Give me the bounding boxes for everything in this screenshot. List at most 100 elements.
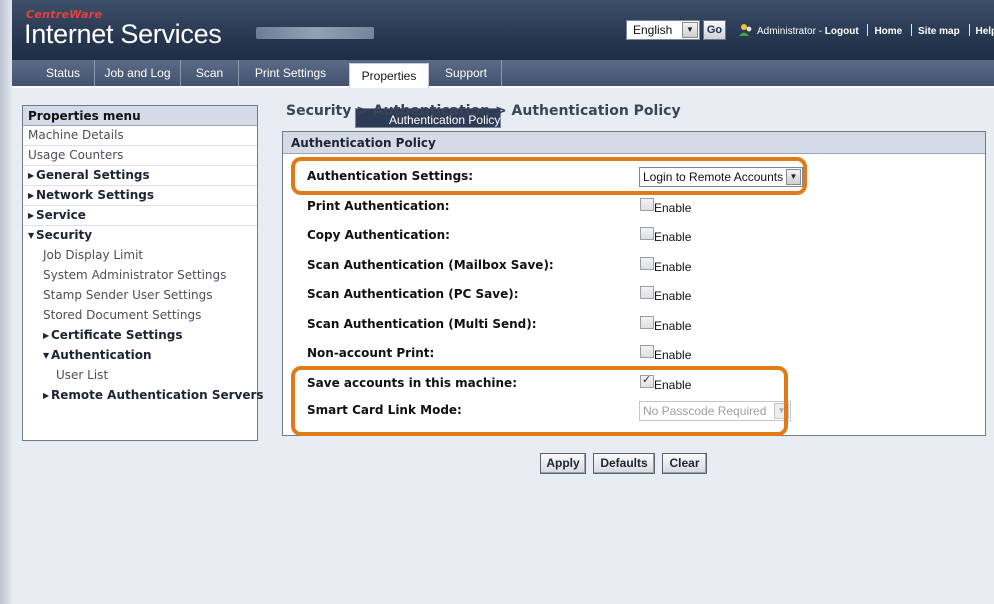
scan-authentication-pc-label: Scan Authentication (PC Save):	[307, 287, 519, 301]
caret-down-icon: ▼	[43, 351, 50, 360]
app-header: CentreWare Internet Services English ▼ G…	[12, 0, 994, 60]
menu-item-label: Stamp Sender User Settings	[43, 288, 213, 302]
menu-item-label: Remote Authentication Servers	[51, 388, 264, 402]
authentication-settings-row: Authentication Settings: Login to Remote…	[307, 165, 967, 189]
authentication-settings-select[interactable]: Login to Remote Accounts ▼	[639, 167, 803, 187]
tab-print-settings[interactable]: Print Settings	[238, 60, 342, 86]
enable-label: Enable	[654, 319, 692, 333]
enable-label: Enable	[654, 348, 692, 362]
menu-item-service[interactable]: ▶ Service	[23, 206, 257, 226]
menu-item-label: General Settings	[36, 168, 150, 182]
menu-item-stamp-sender-user-settings[interactable]: Stamp Sender User Settings	[23, 286, 257, 306]
menu-item-label: Job Display Limit	[43, 248, 144, 262]
menu-item-user-list[interactable]: User List	[23, 366, 257, 386]
smart-card-link-mode-label: Smart Card Link Mode:	[307, 403, 462, 417]
print-authentication-checkbox[interactable]	[640, 198, 654, 211]
menu-item-authentication[interactable]: ▼ Authentication	[23, 346, 257, 366]
menu-item-label: Service	[36, 208, 86, 222]
authentication-policy-panel: Authentication Policy Authentication Set…	[282, 131, 986, 436]
menu-item-label: Network Settings	[36, 188, 154, 202]
scan-authentication-mailbox-label: Scan Authentication (Mailbox Save):	[307, 258, 554, 272]
print-authentication-label: Print Authentication:	[307, 199, 450, 213]
copy-authentication-label: Copy Authentication:	[307, 228, 450, 242]
save-accounts-checkbox[interactable]	[640, 373, 654, 388]
menu-item-general-settings[interactable]: ▶ General Settings	[23, 166, 257, 186]
menu-item-system-administrator-settings[interactable]: System Administrator Settings	[23, 266, 257, 286]
smart-card-link-mode-row: Smart Card Link Mode: No Passcode Requir…	[307, 399, 967, 423]
menu-item-label: User List	[56, 368, 109, 382]
smart-card-link-mode-value: No Passcode Required	[643, 404, 767, 418]
menu-item-label: Authentication	[51, 348, 152, 362]
device-name-blurred	[256, 27, 374, 39]
smart-card-link-mode-select[interactable]: No Passcode Required ▼	[639, 401, 791, 421]
enable-label: Enable	[654, 201, 692, 215]
main-tabs: Status Job and Log Scan Print Settings P…	[12, 60, 994, 88]
menu-item-security[interactable]: ▼ Security	[23, 226, 257, 246]
help-link[interactable]: Help...	[976, 26, 994, 37]
scan-authentication-multi-send-row: Scan Authentication (Multi Send): Enable	[307, 313, 967, 337]
menu-item-network-settings[interactable]: ▶ Network Settings	[23, 186, 257, 206]
scan-authentication-pc-checkbox[interactable]	[640, 286, 654, 299]
menu-item-certificate-settings[interactable]: ▶ Certificate Settings	[23, 326, 257, 346]
user-separator: -	[815, 26, 825, 37]
caret-right-icon: ▶	[28, 191, 35, 200]
user-name: Administrator	[757, 26, 816, 37]
apply-button[interactable]: Apply	[540, 453, 586, 474]
site-map-link[interactable]: Site map	[918, 26, 960, 37]
authentication-settings-label: Authentication Settings:	[307, 169, 474, 183]
divider	[968, 24, 970, 36]
breadcrumb: Security > Authentication > Authenticati…	[286, 103, 681, 119]
scan-authentication-mailbox-row: Scan Authentication (Mailbox Save): Enab…	[307, 254, 967, 278]
caret-right-icon: ▶	[28, 171, 35, 180]
scan-authentication-multi-send-checkbox[interactable]	[640, 316, 654, 329]
scan-authentication-mailbox-checkbox[interactable]	[640, 257, 654, 270]
non-account-print-checkbox[interactable]	[640, 345, 654, 358]
tab-properties[interactable]: Properties	[349, 63, 429, 88]
menu-item-label: Stored Document Settings	[43, 308, 202, 322]
copy-authentication-row: Copy Authentication: Enable	[307, 224, 967, 248]
tab-scan[interactable]: Scan	[180, 60, 238, 86]
properties-menu: Properties menu Machine Details Usage Co…	[22, 105, 502, 441]
menu-item-label: Usage Counters	[28, 148, 124, 162]
menu-item-stored-document-settings[interactable]: Stored Document Settings	[23, 306, 257, 326]
enable-label: Enable	[654, 260, 692, 274]
menu-item-remote-authentication-servers[interactable]: ▶ Remote Authentication Servers	[23, 386, 264, 406]
language-select[interactable]: English ▼	[626, 20, 700, 40]
enable-label: Enable	[654, 289, 692, 303]
panel-title: Authentication Policy	[283, 132, 985, 154]
enable-label: Enable	[654, 230, 692, 244]
save-accounts-label: Save accounts in this machine:	[307, 376, 517, 390]
home-link[interactable]: Home	[874, 26, 902, 37]
caret-down-icon: ▼	[28, 231, 35, 240]
tab-divider	[501, 60, 502, 86]
menu-title: Properties menu	[23, 106, 257, 126]
tab-status[interactable]: Status	[32, 60, 94, 86]
save-accounts-row: Save accounts in this machine: Enable	[307, 372, 967, 396]
tab-job-and-log[interactable]: Job and Log	[94, 60, 180, 86]
user-icon	[739, 24, 752, 36]
non-account-print-label: Non-account Print:	[307, 346, 435, 360]
chevron-down-icon: ▼	[774, 403, 789, 419]
brand-logo: Internet Services	[24, 19, 222, 49]
logout-link[interactable]: Logout	[825, 26, 859, 37]
caret-right-icon: ▶	[28, 211, 35, 220]
language-value: English	[633, 23, 673, 37]
non-account-print-row: Non-account Print: Enable	[307, 342, 967, 366]
defaults-button[interactable]: Defaults	[593, 453, 655, 474]
screen: CentreWare Internet Services English ▼ G…	[0, 0, 994, 604]
caret-right-icon: ▶	[43, 391, 50, 400]
go-button[interactable]: Go	[703, 20, 726, 40]
menu-item-machine-details[interactable]: Machine Details	[23, 126, 257, 146]
chevron-down-icon: ▼	[786, 169, 801, 185]
menu-item-label: Certificate Settings	[51, 328, 183, 342]
window-edge	[0, 0, 12, 604]
copy-authentication-checkbox[interactable]	[640, 227, 654, 240]
clear-button[interactable]: Clear	[662, 453, 707, 474]
tab-support[interactable]: Support	[431, 60, 501, 86]
menu-item-label: Security	[36, 228, 93, 242]
menu-item-usage-counters[interactable]: Usage Counters	[23, 146, 257, 166]
menu-item-label: System Administrator Settings	[43, 268, 227, 282]
menu-item-job-display-limit[interactable]: Job Display Limit	[23, 246, 257, 266]
menu-item-label: Machine Details	[28, 128, 124, 142]
divider	[867, 24, 869, 36]
